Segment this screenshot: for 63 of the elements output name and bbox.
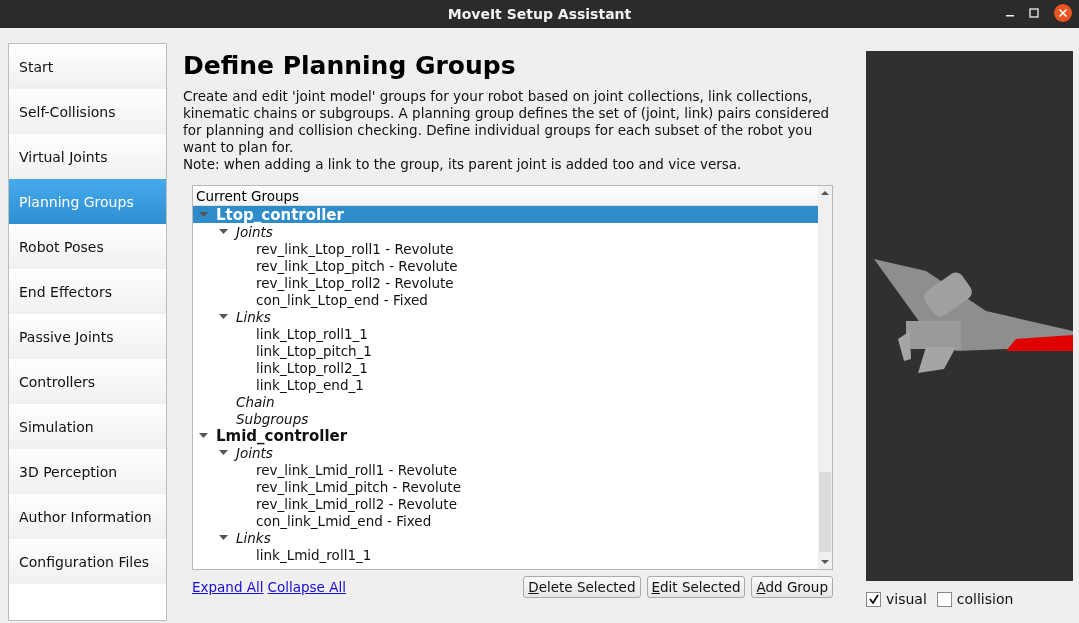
- tree-row[interactable]: Joints: [193, 444, 818, 461]
- tree-row[interactable]: Subgroups: [193, 410, 818, 427]
- tree-label: link_Ltop_roll1_1: [256, 325, 368, 342]
- tree-row[interactable]: link_Ltop_roll2_1: [193, 359, 818, 376]
- expanded-caret-icon[interactable]: [199, 432, 208, 439]
- description-text: Create and edit 'joint model' groups for your robot based on joint collections, link collections, kinematic chains or subgroups. A planning group defines the set of (joint, link) pairs considered for planning and collision checking. Define individual groups for each subset of the robot you want to plan for.: [183, 88, 831, 156]
- tree-label: Chain: [236, 393, 275, 410]
- window-title: MoveIt Setup Assistant: [447, 6, 632, 22]
- tree-row[interactable]: Links: [193, 529, 818, 546]
- tree-label: link_Lmid_roll1_1: [256, 546, 372, 563]
- tree-label: link_Ltop_end_1: [256, 376, 364, 393]
- tree-label: rev_link_Ltop_roll1 - Revolute: [256, 240, 454, 257]
- tree-label: link_Ltop_pitch_1: [256, 342, 372, 359]
- tree-label: link_Ltop_roll2_1: [256, 359, 368, 376]
- tree-row[interactable]: rev_link_Ltop_roll1 - Revolute: [193, 240, 818, 257]
- tree-row[interactable]: rev_link_Ltop_pitch - Revolute: [193, 257, 818, 274]
- tree-row[interactable]: link_Ltop_end_1: [193, 376, 818, 393]
- tree-row[interactable]: con_link_Ltop_end - Fixed: [193, 291, 818, 308]
- tree-label: con_link_Lmid_end - Fixed: [256, 512, 432, 529]
- tree-label: Joints: [236, 444, 273, 461]
- tree-label: Links: [236, 529, 271, 546]
- tree-label: con_link_Ltop_end - Fixed: [256, 291, 428, 308]
- display-checkbox[interactable]: collision: [936, 591, 1014, 607]
- check-icon: [868, 594, 879, 604]
- action-button[interactable]: Add Group: [751, 576, 833, 598]
- action-button[interactable]: Edit Selected: [646, 576, 746, 598]
- tree-label: rev_link_Lmid_pitch - Revolute: [256, 478, 461, 495]
- expanded-caret-icon[interactable]: [219, 228, 228, 235]
- tree-row[interactable]: rev_link_Lmid_roll2 - Revolute: [193, 495, 818, 512]
- tree-row[interactable]: con_link_Lmid_end - Fixed: [193, 512, 818, 529]
- tree-row[interactable]: Lmid_controller: [193, 427, 818, 444]
- tree-row[interactable]: rev_link_Lmid_pitch - Revolute: [193, 478, 818, 495]
- tree-row[interactable]: link_Ltop_pitch_1: [193, 342, 818, 359]
- expanded-caret-icon[interactable]: [219, 313, 228, 320]
- expanded-caret-icon[interactable]: [219, 534, 228, 541]
- tree-row[interactable]: Links: [193, 308, 818, 325]
- tree-link[interactable]: Expand All: [192, 579, 264, 595]
- tree-label: Links: [236, 308, 271, 325]
- tree-label: rev_link_Ltop_pitch - Revolute: [256, 257, 458, 274]
- tree-label: Lmid_controller: [216, 426, 348, 445]
- tree-label: rev_link_Lmid_roll2 - Revolute: [256, 495, 457, 512]
- tree-row[interactable]: link_Ltop_roll1_1: [193, 325, 818, 342]
- tree-label: rev_link_Lmid_roll1 - Revolute: [256, 461, 457, 478]
- expanded-caret-icon[interactable]: [219, 449, 228, 456]
- display-checkbox[interactable]: visual: [866, 591, 927, 607]
- close-icon[interactable]: [1053, 3, 1073, 23]
- scrollbar-drawing[interactable]: [818, 186, 832, 569]
- tree-label: Joints: [236, 223, 273, 240]
- maximize-icon[interactable]: [1029, 8, 1039, 18]
- tree-row[interactable]: Joints: [193, 223, 818, 240]
- tree-label: rev_link_Ltop_roll2 - Revolute: [256, 274, 454, 291]
- tree-row[interactable]: link_Lmid_roll1_1: [193, 546, 818, 563]
- page-title: Define Planning Groups: [183, 51, 517, 80]
- tree-row[interactable]: rev_link_Lmid_roll1 - Revolute: [193, 461, 818, 478]
- tree-row[interactable]: rev_link_Ltop_roll2 - Revolute: [193, 274, 818, 291]
- action-button[interactable]: Delete Selected: [523, 576, 641, 598]
- tree-link[interactable]: Collapse All: [267, 579, 346, 595]
- note-text: Note: when adding a link to the group, its parent joint is added too and vice versa.: [183, 156, 743, 173]
- tree-label: Subgroups: [236, 410, 309, 427]
- tree-row[interactable]: Chain: [193, 393, 818, 410]
- robot-viewer[interactable]: [866, 51, 1073, 581]
- tree-row[interactable]: Ltop_controller: [193, 206, 818, 223]
- tree-label: Ltop_controller: [216, 205, 344, 224]
